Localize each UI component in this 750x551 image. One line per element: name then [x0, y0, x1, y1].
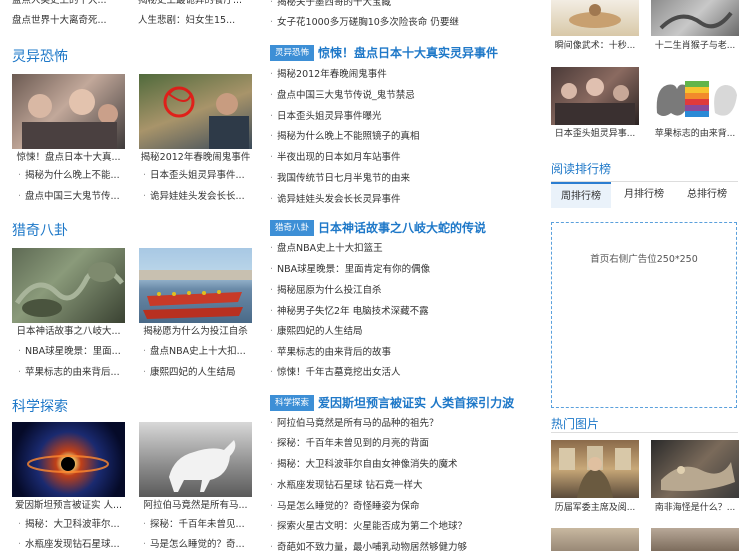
list-item[interactable]: 半夜出现的日本如月车站事件	[270, 151, 401, 165]
list-item[interactable]: 盘点中国三大鬼节传说_鬼节禁忌	[270, 89, 415, 103]
headline-link[interactable]: 惊悚！盘点日本十大真实灵异事件	[318, 45, 498, 61]
list-item[interactable]: 马是怎么睡觉的？奇怪睡姿为保命	[270, 500, 420, 514]
thumbnail-image[interactable]	[12, 248, 125, 323]
category-badge[interactable]: 科学探索	[270, 395, 315, 411]
thumbnail-image[interactable]	[12, 74, 125, 149]
list-item[interactable]: 神秘男子失忆2年 电脑技术深藏不露	[270, 305, 429, 319]
list-item[interactable]: 苹果标志的由来背后...	[18, 366, 131, 380]
thumbnail-image[interactable]	[551, 440, 639, 498]
ad-placeholder[interactable]: 首页右侧广告位250*250	[551, 222, 737, 408]
tab-weekly[interactable]: 周排行榜	[551, 182, 611, 208]
list-item[interactable]: 惊悚！千年古墓竟挖出女活人	[270, 366, 401, 380]
list-item[interactable]: 盘点NBA史上十大扣...	[143, 345, 256, 359]
list-item[interactable]: 水瓶座发现钻石星球 钻石竟一样大	[270, 479, 423, 493]
section-title-science[interactable]: 科学探索	[12, 396, 68, 416]
list-item[interactable]: 我国传统节日七月半鬼节的由来	[270, 172, 410, 186]
list-item[interactable]: 揭秘为什么晚上不能照镜子的真相	[270, 130, 420, 144]
thumbnail-image[interactable]	[12, 422, 125, 497]
section-title-horror[interactable]: 灵异恐怖	[12, 46, 68, 66]
thumbnail-image[interactable]	[551, 528, 639, 551]
thumbnail-image[interactable]	[651, 0, 739, 36]
thumbnail-caption[interactable]: 惊悚！盘点日本十大真...	[12, 151, 125, 165]
thumbnail-caption[interactable]: 阿拉伯马竟然是所有马...	[139, 499, 252, 513]
list-item[interactable]: 揭秘：大卫科波菲尔...	[18, 518, 131, 532]
headline-link[interactable]: 日本神话故事之八岐大蛇的传说	[318, 220, 486, 236]
hot-images-title: 热门图片	[551, 417, 600, 431]
list-item[interactable]: 苹果标志的由来背后的故事	[270, 346, 391, 360]
divider	[551, 432, 738, 433]
list-item[interactable]: 探秘：千百年未曾见...	[143, 518, 256, 532]
list-item[interactable]: 日本歪头姐灵异事件...	[143, 169, 256, 183]
headline-link[interactable]: 爱因斯坦预言被证实 人类首探引力波	[318, 395, 514, 411]
thumbnail-image[interactable]	[139, 74, 252, 149]
thumbnail-caption[interactable]: 历届军委主席及阅...	[551, 501, 639, 515]
list-item[interactable]: NBA球星晚景：里面肯定有你的偶像	[270, 263, 430, 277]
thumbnail-caption[interactable]: 揭秘2012年春晚闹鬼事件	[139, 151, 252, 165]
thumbnail-caption[interactable]: 爱因斯坦预言被证实 人...	[12, 499, 125, 513]
list-item[interactable]: 康熙四妃的人生结局	[143, 366, 256, 380]
list-item[interactable]: 揭秘为什么晚上不能...	[18, 169, 131, 183]
rank-tabs: 周排行榜 月排行榜 总排行榜	[551, 181, 738, 208]
list-item[interactable]: 日本歪头姐灵异事件曝光	[270, 110, 382, 124]
list-item[interactable]: 盘点NBA史上十大扣篮王	[270, 242, 383, 256]
thumbnail-caption[interactable]: 苹果标志的由来背...	[651, 127, 739, 141]
category-badge[interactable]: 灵异恐怖	[270, 45, 315, 61]
tab-monthly[interactable]: 月排行榜	[614, 182, 674, 208]
thumbnail-image[interactable]	[139, 248, 252, 323]
list-item[interactable]: 揭秘：大卫科波菲尔自由女神像消失的魔术	[270, 458, 458, 472]
ad-text: 首页右侧广告位250*250	[590, 254, 698, 265]
section-title-gossip[interactable]: 猎奇八卦	[12, 220, 68, 240]
thumbnail-caption[interactable]: 南非海怪是什么？...	[651, 501, 739, 515]
list-item[interactable]: 揭秘屈原为什么投江自杀	[270, 284, 382, 298]
thumbnail-image[interactable]	[651, 440, 739, 498]
list-item[interactable]: 女子花1000多万磋胸10多次险丧命 仍要继	[270, 16, 459, 30]
thumbnail-image[interactable]	[651, 528, 739, 551]
tab-total[interactable]: 总排行榜	[677, 182, 737, 208]
thumbnail-caption[interactable]: 瞬间像武术：十秒...	[551, 39, 639, 53]
list-item[interactable]: 康熙四妃的人生结局	[270, 325, 363, 339]
list-item[interactable]: NBA球星晚景：里面...	[18, 345, 131, 359]
list-item[interactable]: 诡异娃娃头发会长长...	[143, 190, 256, 204]
thumbnail-caption[interactable]: 日本神话故事之八岐大...	[12, 325, 125, 339]
thumbnail-caption[interactable]: 十二生肖猴子与老...	[651, 39, 739, 53]
list-item[interactable]: 探索火星古文明：火星能否成为第二个地球？	[270, 520, 467, 534]
thumbnail-image[interactable]	[551, 0, 639, 36]
list-item[interactable]: 阿拉伯马竟然是所有马的品种的祖先？	[270, 417, 439, 431]
list-item[interactable]: 奇葩如不致力量，最小哺乳动物居然够健力够	[270, 541, 467, 551]
list-item[interactable]: 盘点中国三大鬼节传...	[18, 190, 131, 204]
thumbnail-caption[interactable]: 日本歪头姐灵异事...	[551, 127, 639, 141]
category-badge[interactable]: 猎奇八卦	[270, 220, 315, 236]
rank-title: 阅读排行榜	[551, 162, 612, 176]
list-item[interactable]: 揭秘关于墨西哥的十大宝藏	[270, 0, 391, 10]
list-item[interactable]: 诡异娃娃头发会长长灵异事件	[270, 193, 401, 207]
list-item[interactable]: 揭秘2012年春晚闹鬼事件	[270, 68, 387, 82]
thumbnail-image[interactable]	[651, 67, 739, 125]
thumbnail-image[interactable]	[551, 67, 639, 125]
list-item[interactable]: 盘点世界十大离奇死... 人生悲剧：妇女生15...	[12, 12, 256, 35]
list-item[interactable]: 水瓶座发现钻石星球...	[18, 538, 131, 551]
list-item[interactable]: 探秘：千百年未曾见到的月亮的背面	[270, 437, 429, 451]
list-item[interactable]: 马是怎么睡觉的？奇...	[143, 538, 256, 551]
thumbnail-image[interactable]	[139, 422, 252, 497]
thumbnail-caption[interactable]: 揭秘愿为什么为投江自杀	[139, 325, 252, 339]
